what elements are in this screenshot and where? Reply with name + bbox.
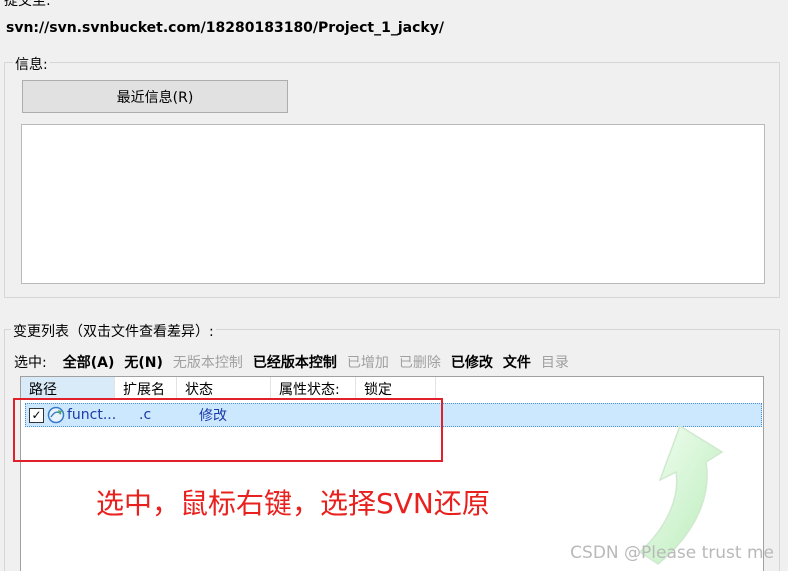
message-group-title: 信息: xyxy=(13,54,50,74)
list-header: 路径 扩展名 状态 属性状态: 锁定 xyxy=(21,377,763,399)
select-unversioned-link: 无版本控制 xyxy=(172,355,243,371)
selection-filter-bar: 选中: 全部(A) 无(N) 无版本控制 已经版本控制 已增加 已删除 已修改 … xyxy=(14,352,569,372)
highlight-box xyxy=(13,398,443,462)
column-header-status[interactable]: 状态 xyxy=(177,377,271,399)
commit-dialog: 提交至: svn://svn.svnbucket.com/18280183180… xyxy=(0,0,788,571)
select-files-link[interactable]: 文件 xyxy=(503,352,531,372)
column-header-path[interactable]: 路径 xyxy=(21,377,115,399)
column-header-extension[interactable]: 扩展名 xyxy=(115,377,177,399)
message-group: 信息: 最近信息(R) xyxy=(4,54,780,298)
annotation-text: 选中，鼠标右键，选择SVN还原 xyxy=(96,487,490,520)
column-header-lock[interactable]: 锁定 xyxy=(356,377,436,399)
select-versioned-link[interactable]: 已经版本控制 xyxy=(253,352,337,372)
recent-messages-button[interactable]: 最近信息(R) xyxy=(22,80,288,113)
select-deleted-link: 已删除 xyxy=(398,355,441,371)
commit-to-label: 提交至: xyxy=(4,0,51,9)
column-header-property-status[interactable]: 属性状态: xyxy=(271,377,356,399)
watermark: CSDN @Please trust me xyxy=(570,543,774,563)
select-added-link: 已增加 xyxy=(346,355,389,371)
selection-label: 选中: xyxy=(14,355,47,371)
changes-group-title: 变更列表（双击文件查看差异）: xyxy=(11,321,216,341)
select-directories-link: 目录 xyxy=(540,355,569,371)
select-all-link[interactable]: 全部(A) xyxy=(63,352,115,372)
message-textarea[interactable] xyxy=(21,124,765,284)
select-modified-link[interactable]: 已修改 xyxy=(451,352,493,372)
repository-url: svn://svn.svnbucket.com/18280183180/Proj… xyxy=(6,20,444,36)
select-none-link[interactable]: 无(N) xyxy=(124,352,163,372)
